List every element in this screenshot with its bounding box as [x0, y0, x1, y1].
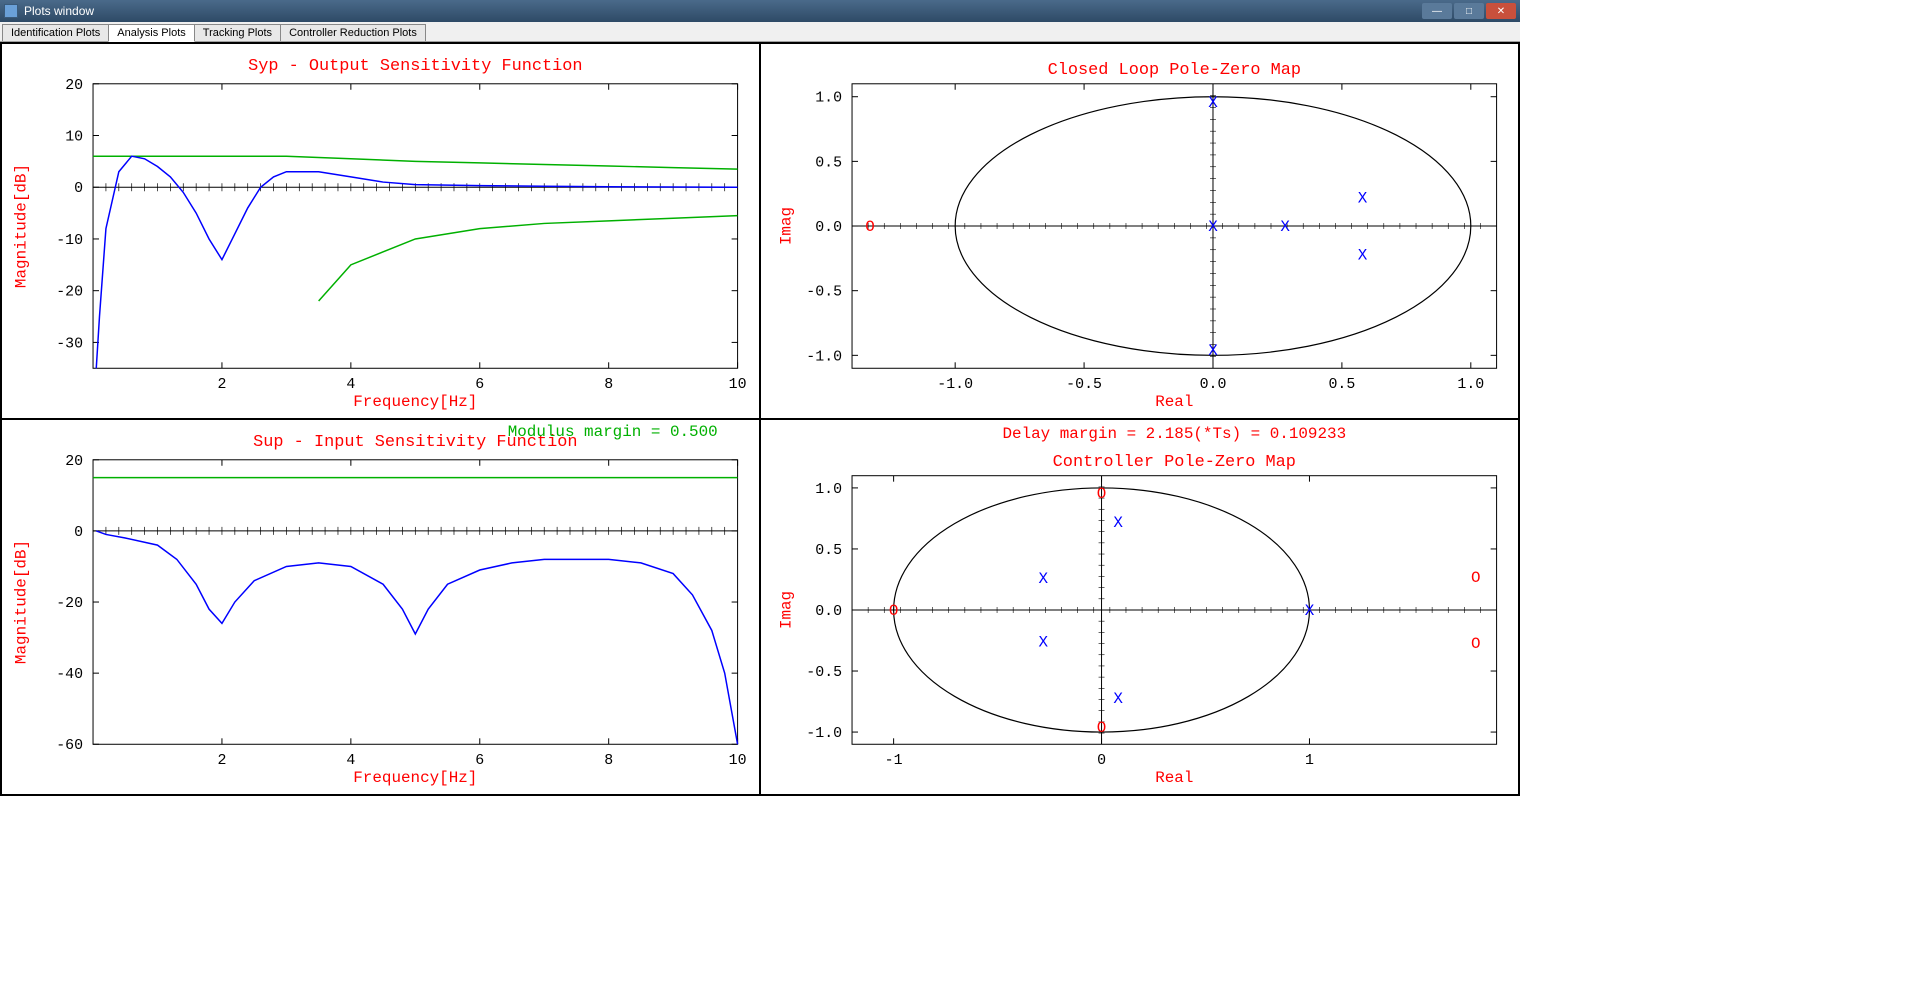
svg-text:2: 2 — [217, 377, 226, 393]
tab-identification[interactable]: Identification Plots — [2, 24, 109, 41]
maximize-button[interactable]: □ — [1454, 3, 1484, 19]
svg-text:Imag: Imag — [777, 207, 795, 245]
svg-text:O: O — [1471, 635, 1481, 653]
svg-text:2: 2 — [217, 753, 226, 769]
svg-text:1.0: 1.0 — [1457, 377, 1484, 393]
svg-text:-10: -10 — [56, 233, 83, 249]
svg-text:X: X — [1113, 514, 1123, 532]
svg-text:O: O — [889, 602, 899, 620]
svg-text:0: 0 — [74, 525, 83, 541]
svg-text:8: 8 — [604, 753, 613, 769]
svg-text:0.0: 0.0 — [1200, 377, 1227, 393]
close-button[interactable]: ✕ — [1486, 3, 1516, 19]
svg-text:X: X — [1358, 190, 1368, 208]
svg-text:Closed Loop Pole-Zero Map: Closed Loop Pole-Zero Map — [1048, 61, 1301, 80]
tab-tracking[interactable]: Tracking Plots — [194, 24, 281, 41]
svg-text:4: 4 — [346, 377, 355, 393]
plot-sup: Sup - Input Sensitivity Function246810-6… — [1, 419, 760, 795]
tab-bar: Identification Plots Analysis Plots Trac… — [0, 22, 1520, 42]
svg-text:X: X — [1305, 602, 1315, 620]
chart-pzctrl: Delay margin = 2.185(*Ts) = 0.109233 Cont… — [761, 420, 1518, 794]
svg-text:0.5: 0.5 — [815, 155, 842, 171]
svg-text:1.0: 1.0 — [815, 482, 842, 498]
window-controls: — □ ✕ — [1422, 3, 1516, 19]
svg-text:-1: -1 — [885, 753, 903, 769]
svg-text:4: 4 — [346, 753, 355, 769]
svg-text:8: 8 — [604, 377, 613, 393]
chart-pzclosed: Closed Loop Pole-Zero Map -1.0 -0.5 0.0 0.5 1… — [761, 44, 1518, 418]
svg-text:O: O — [1097, 719, 1107, 737]
svg-text:X: X — [1039, 634, 1049, 652]
svg-text:-0.5: -0.5 — [806, 665, 842, 681]
svg-text:1.0: 1.0 — [815, 91, 842, 107]
svg-text:X: X — [1039, 570, 1049, 588]
svg-text:X: X — [1208, 218, 1218, 236]
window-title: Plots window — [24, 4, 1422, 18]
plots-grid: Syp - Output Sensitivity Function246810-… — [0, 42, 1520, 796]
svg-text:0.0: 0.0 — [815, 220, 842, 236]
svg-text:10: 10 — [729, 753, 747, 769]
svg-text:-20: -20 — [56, 285, 83, 301]
svg-text:10: 10 — [65, 129, 83, 145]
svg-text:-20: -20 — [56, 596, 83, 612]
svg-text:10: 10 — [729, 377, 747, 393]
svg-text:20: 20 — [65, 454, 83, 470]
svg-text:Magnitude[dB]: Magnitude[dB] — [12, 164, 30, 288]
svg-text:Real: Real — [1155, 393, 1193, 411]
minimize-button[interactable]: — — [1422, 3, 1452, 19]
chart-syp: Syp - Output Sensitivity Function 2 4 6 8 10 -… — [2, 44, 759, 418]
svg-text:X: X — [1280, 218, 1290, 236]
svg-text:X: X — [1208, 94, 1218, 112]
svg-text:X: X — [1208, 342, 1218, 360]
svg-text:O: O — [865, 218, 875, 236]
svg-text:Frequency[Hz]: Frequency[Hz] — [353, 769, 477, 787]
svg-text:Syp - Output Sensitivity Funct: Syp - Output Sensitivity Function — [248, 57, 583, 76]
svg-text:X: X — [1113, 690, 1123, 708]
svg-text:6: 6 — [475, 377, 484, 393]
svg-text:0: 0 — [74, 181, 83, 197]
tab-controller-reduction[interactable]: Controller Reduction Plots — [280, 24, 426, 41]
plot-pzctrl: Delay margin = 2.185(*Ts) = 0.109233 Cont… — [760, 419, 1519, 795]
svg-text:-30: -30 — [56, 336, 83, 352]
svg-text:Frequency[Hz]: Frequency[Hz] — [353, 393, 477, 411]
app-icon — [4, 4, 18, 18]
svg-text:1: 1 — [1305, 753, 1314, 769]
svg-text:-60: -60 — [56, 738, 83, 754]
plot-pzclosed: Closed Loop Pole-Zero Map -1.0 -0.5 0.0 0.5 1… — [760, 43, 1519, 419]
svg-text:-1.0: -1.0 — [806, 726, 842, 742]
svg-text:Modulus margin = 0.500: Modulus margin = 0.500 — [508, 423, 718, 441]
svg-text:Controller Pole-Zero Map: Controller Pole-Zero Map — [1053, 453, 1296, 472]
chart-sup: Sup - Input Sensitivity Function246810-6… — [2, 420, 759, 794]
svg-text:Magnitude[dB]: Magnitude[dB] — [12, 540, 30, 664]
svg-text:0.5: 0.5 — [1328, 377, 1355, 393]
svg-text:20: 20 — [65, 78, 83, 94]
svg-text:Real: Real — [1155, 769, 1193, 787]
svg-text:0.0: 0.0 — [815, 604, 842, 620]
svg-text:6: 6 — [475, 753, 484, 769]
svg-text:O: O — [1471, 569, 1481, 587]
svg-text:-1.0: -1.0 — [806, 349, 842, 365]
plot-syp: Syp - Output Sensitivity Function 2 4 6 8 10 -… — [1, 43, 760, 419]
svg-text:Imag: Imag — [777, 591, 795, 629]
svg-text:-0.5: -0.5 — [1066, 377, 1102, 393]
svg-text:Delay margin = 2.185(*Ts) = 0.: Delay margin = 2.185(*Ts) = 0.109233 — [1002, 425, 1346, 443]
svg-text:-40: -40 — [56, 667, 83, 683]
svg-text:-1.0: -1.0 — [937, 377, 973, 393]
svg-text:0.5: 0.5 — [815, 543, 842, 559]
tab-analysis[interactable]: Analysis Plots — [108, 24, 194, 42]
window-titlebar: Plots window — □ ✕ — [0, 0, 1520, 22]
svg-text:O: O — [1097, 485, 1107, 503]
svg-text:X: X — [1358, 246, 1368, 264]
svg-text:-0.5: -0.5 — [806, 285, 842, 301]
svg-text:0: 0 — [1097, 753, 1106, 769]
